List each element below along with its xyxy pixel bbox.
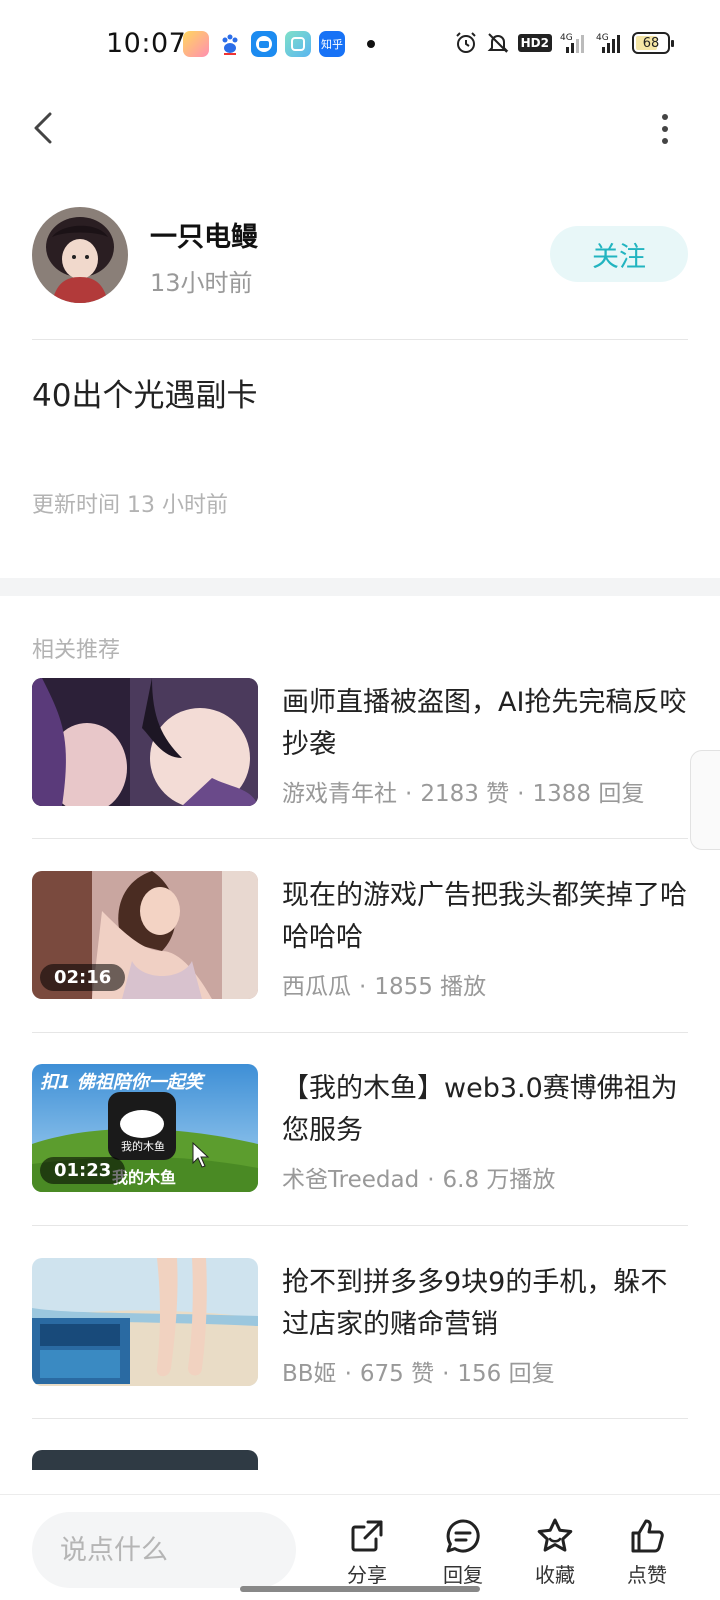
divider: [32, 838, 688, 839]
share-label: 分享: [347, 1563, 387, 1587]
thumbnail-icon-label: 我的木鱼: [121, 1140, 165, 1153]
avatar[interactable]: [32, 207, 128, 303]
recommend-meta: 术爸Treedad · 6.8 万播放: [282, 1160, 555, 1194]
side-drawer-handle[interactable]: [690, 750, 720, 850]
more-notifications-dot: [367, 40, 375, 48]
svg-text:4G: 4G: [560, 33, 573, 43]
section-separator: [0, 578, 720, 596]
zhihu-app-icon: 知乎: [319, 31, 345, 57]
divider: [32, 1225, 688, 1226]
video-thumbnail: 02:16: [32, 871, 258, 999]
recommend-meta: 游戏青年社 · 2183 赞 · 1388 回复: [282, 774, 644, 808]
photos-app-icon: [183, 31, 209, 57]
chevron-left-icon: [34, 112, 52, 144]
recommend-source: 术爸Treedad: [282, 1167, 420, 1193]
divider: [32, 1418, 688, 1419]
status-icons: HD2 4G 4G 68: [454, 30, 674, 56]
cursor-icon: [192, 1142, 210, 1168]
reply-label: 回复: [443, 1563, 483, 1587]
recommend-meta: 西瓜瓜 · 1855 播放: [282, 967, 486, 1001]
follow-button[interactable]: 关注: [550, 226, 688, 282]
recommend-item[interactable]: 抢不到拼多多9块9的手机，躲不过店家的赌命营销 BB姬 · 675 赞 · 156 回复: [32, 1258, 688, 1388]
recommend-item[interactable]: 02:16 现在的游戏广告把我头都笑掉了哈哈哈哈 西瓜瓜 · 1855 播放: [32, 871, 688, 1001]
recommend-source: 西瓜瓜: [282, 974, 351, 1000]
video-duration: 02:16: [40, 964, 126, 991]
thumbnail-caption: 扣1 佛祖陪你一起笑: [40, 1072, 203, 1093]
battery-icon: 68: [632, 30, 674, 56]
collect-label: 收藏: [535, 1563, 575, 1587]
author-name[interactable]: 一只电鳗: [150, 215, 258, 254]
more-options-button[interactable]: [658, 112, 672, 146]
divider: [32, 1032, 688, 1033]
reply-button[interactable]: 回复: [428, 1517, 498, 1588]
battery-level: 68: [642, 35, 660, 51]
post-time: 13小时前: [150, 269, 253, 297]
comment-icon: [446, 1519, 480, 1553]
baidu-app-icon: [217, 31, 243, 57]
share-icon: [351, 1520, 383, 1552]
mute-bell-icon: [486, 30, 510, 56]
recommend-item[interactable]: 画师直播被盗图，AI抢先完稿反咬抄袭 游戏青年社 · 2183 赞 · 1388 回复: [32, 678, 688, 808]
recommend-source: 游戏青年社: [282, 781, 397, 807]
recommend-item[interactable]: 扣1 佛祖陪你一起笑 我的木鱼 我的木鱼 01:23 【我的木鱼】web3.0赛…: [32, 1064, 688, 1194]
top-nav: [0, 100, 720, 160]
more-vertical-icon: [662, 114, 668, 144]
collect-button[interactable]: 收藏: [520, 1517, 590, 1588]
signal-4g-icon: 4G: [560, 30, 588, 56]
notification-icons: 知乎: [183, 31, 375, 57]
divider: [32, 339, 688, 340]
status-bar: 10:07 知乎 HD2 4G 4G 68: [0, 0, 720, 90]
like-label: 点赞: [627, 1563, 667, 1587]
post-title: 40出个光遇副卡: [32, 378, 258, 414]
recommend-stat: 156 回复: [457, 1361, 555, 1387]
share-button[interactable]: 分享: [332, 1517, 402, 1588]
meta-separator: ·: [442, 1361, 450, 1387]
video-duration: 01:23: [40, 1157, 126, 1184]
thumbs-up-icon: [631, 1519, 664, 1553]
recommend-source: BB姬: [282, 1361, 337, 1387]
author-row: 一只电鳗 13小时前 关注: [32, 207, 688, 303]
meta-separator: ·: [405, 781, 413, 807]
signal-4g-icon: 4G: [596, 30, 624, 56]
back-button[interactable]: [28, 108, 58, 148]
recommend-title: 现在的游戏广告把我头都笑掉了哈哈哈哈: [282, 880, 687, 953]
like-button[interactable]: 点赞: [612, 1517, 682, 1588]
meta-separator: ·: [427, 1167, 435, 1193]
recommend-stat: 2183 赞: [420, 781, 510, 807]
hd-icon: HD2: [517, 30, 552, 56]
recommend-title: 抢不到拼多多9块9的手机，躲不过店家的赌命营销: [282, 1267, 668, 1340]
update-time: 更新时间 13 小时前: [32, 493, 228, 518]
recommend-label: 相关推荐: [32, 638, 121, 663]
meta-separator: ·: [517, 781, 525, 807]
recommend-stat: 675 赞: [359, 1361, 435, 1387]
thumbnail: [32, 1258, 258, 1386]
recommend-title: 画师直播被盗图，AI抢先完稿反咬抄袭: [282, 687, 687, 760]
bottom-bar: 分享 回复 收藏 点赞: [0, 1494, 720, 1600]
recommend-stat: 6.8 万播放: [442, 1167, 556, 1193]
status-time: 10:07: [106, 28, 187, 59]
video-thumbnail: 扣1 佛祖陪你一起笑 我的木鱼 我的木鱼 01:23: [32, 1064, 258, 1192]
notes-app-icon: [285, 31, 311, 57]
meta-separator: ·: [359, 974, 367, 1000]
recommend-meta: BB姬 · 675 赞 · 156 回复: [282, 1354, 555, 1388]
bilibili-app-icon: [251, 31, 277, 57]
recommend-stat: 1855 播放: [374, 974, 487, 1000]
thumbnail: [32, 1450, 258, 1470]
star-icon: [537, 1518, 573, 1552]
meta-separator: ·: [344, 1361, 352, 1387]
home-indicator[interactable]: [240, 1586, 480, 1592]
comment-input[interactable]: [32, 1512, 296, 1588]
svg-text:4G: 4G: [596, 33, 609, 43]
thumbnail: [32, 678, 258, 806]
recommend-stat: 1388 回复: [532, 781, 645, 807]
alarm-icon: [454, 30, 478, 56]
recommend-title: 【我的木鱼】web3.0赛博佛祖为您服务: [282, 1073, 678, 1146]
